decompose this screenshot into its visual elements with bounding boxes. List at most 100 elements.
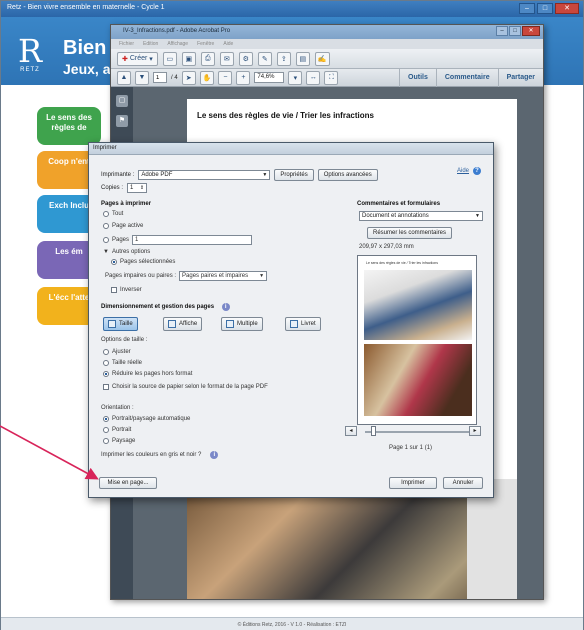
grayscale-row[interactable]: Imprimer les couleurs en gris et noir ? … <box>101 451 219 459</box>
comment-icon[interactable]: ✎ <box>257 51 272 66</box>
prev-page-icon[interactable]: ▲ <box>117 70 131 85</box>
share-icon[interactable]: ⇪ <box>276 51 291 66</box>
preview-slider-track[interactable] <box>365 431 471 433</box>
nav-button-label: Coop n'ent <box>48 157 90 166</box>
menu-item-aide[interactable]: Aide <box>223 41 233 47</box>
fit-page-icon[interactable]: ⛶ <box>324 70 339 85</box>
sizing-section-label: Dimensionnement et gestion des pages <box>101 304 215 310</box>
comments-section-title: Commentaires et formulaires <box>357 201 441 207</box>
select-tool-icon[interactable]: ➤ <box>181 70 196 85</box>
sizing-section-title: Dimensionnement et gestion des pages i <box>101 303 230 311</box>
minimize-icon[interactable]: – <box>496 26 508 36</box>
sign-icon[interactable]: ✍ <box>314 51 330 66</box>
booklet-icon <box>290 320 298 328</box>
menu-item-edition[interactable]: Edition <box>143 41 158 47</box>
maximize-icon[interactable]: □ <box>537 3 553 14</box>
page-setup-button[interactable]: Mise en page... <box>99 477 157 489</box>
minimize-icon[interactable]: – <box>519 3 535 14</box>
chevron-down-icon: ▼ <box>262 172 268 178</box>
pages-range-option[interactable]: Pages 1 <box>103 235 253 245</box>
tab-partager[interactable]: Partager <box>497 69 543 87</box>
tab-size-button[interactable]: Taille <box>103 317 138 331</box>
save-icon[interactable]: ▣ <box>181 51 196 66</box>
copies-value: 1 <box>130 185 134 191</box>
pages-current-option[interactable]: Page active <box>103 223 143 229</box>
comments-select[interactable]: Document et annotations ▼ <box>359 211 483 221</box>
tab-outils[interactable]: Outils <box>399 69 436 87</box>
preview-slider-thumb[interactable] <box>371 426 376 436</box>
tab-multiple-button[interactable]: Multiple <box>221 317 263 331</box>
radio-icon <box>111 259 117 265</box>
odd-even-select[interactable]: Pages paires et impaires ▼ <box>179 271 268 281</box>
cancel-button[interactable]: Annuler <box>443 477 483 489</box>
info-icon[interactable]: i <box>210 451 219 459</box>
bookmarks-icon[interactable]: ⚑ <box>116 115 128 127</box>
orient-auto-label: Portrait/paysage automatique <box>112 416 191 422</box>
orient-landscape-option[interactable]: Paysage <box>103 438 135 444</box>
more-options-label: Autres options <box>111 249 151 255</box>
copies-input[interactable]: 1 ⇕ <box>127 183 148 193</box>
zoom-in-icon[interactable]: + <box>236 70 251 85</box>
zoom-dropdown-icon[interactable]: ▾ <box>288 70 303 85</box>
hand-tool-icon[interactable]: ✋ <box>199 70 215 85</box>
app-window-title: Retz - Bien vivre ensemble en maternelle… <box>7 4 165 11</box>
settings-icon[interactable]: ⚙ <box>238 51 253 66</box>
preview-next-button[interactable]: ▸ <box>469 426 481 436</box>
orient-portrait-option[interactable]: Portrait <box>103 427 131 433</box>
menu-item-affichage[interactable]: Affichage <box>167 41 188 47</box>
summarize-comments-button[interactable]: Résumer les commentaires <box>367 227 453 239</box>
advanced-options-button[interactable]: Options avancées <box>317 169 378 181</box>
print-button[interactable]: Imprimer <box>389 477 437 489</box>
size-options-label: Options de taille : <box>101 337 148 343</box>
create-label: Créer <box>129 55 148 62</box>
fit-width-icon[interactable]: ↔ <box>306 70 321 85</box>
printer-select[interactable]: Adobe PDF ▼ <box>138 170 271 180</box>
page-thumbnails-icon[interactable]: ▢ <box>116 95 128 107</box>
pages-range-input[interactable]: 1 <box>132 235 253 245</box>
preview-prev-button[interactable]: ◂ <box>345 426 357 436</box>
zoom-level[interactable]: 74,6% <box>254 72 285 83</box>
chevron-down-icon: ▼ <box>259 273 265 279</box>
checkbox-icon <box>103 384 109 390</box>
create-icon: ✚ <box>122 55 128 63</box>
selected-pages-option[interactable]: Pages sélectionnées <box>111 259 175 265</box>
properties-button[interactable]: Propriétés <box>274 169 314 181</box>
maximize-icon[interactable]: □ <box>509 26 521 36</box>
print-dialog: Imprimer Imprimante : Adobe PDF ▼ Propri… <box>88 142 494 498</box>
tab-booklet-button[interactable]: Livret <box>285 317 321 331</box>
close-icon[interactable]: ✕ <box>555 3 579 14</box>
tab-commentaire[interactable]: Commentaire <box>435 69 498 87</box>
invert-option[interactable]: Inverser <box>111 287 142 293</box>
acrobat-toolbar-main: ✚ Créer ▾ ▭ ▣ ⎙ ✉ ⚙ ✎ ⇪ ▤ ✍ <box>111 49 543 69</box>
page-number-input[interactable] <box>153 72 167 83</box>
info-icon[interactable]: i <box>221 303 230 311</box>
chevron-down-icon: ▼ <box>475 213 480 219</box>
stepper-icon[interactable]: ⇕ <box>140 185 144 191</box>
combine-icon[interactable]: ▤ <box>295 51 310 66</box>
menu-item-fichier[interactable]: Fichier <box>119 41 134 47</box>
open-folder-icon[interactable]: ▭ <box>162 51 177 66</box>
size-actual-option[interactable]: Taille réelle <box>103 360 142 366</box>
more-options-toggle[interactable]: ▼ Autres options <box>103 249 150 255</box>
zoom-out-icon[interactable]: − <box>218 70 233 85</box>
help-link[interactable]: Aide ? <box>457 167 482 175</box>
email-icon[interactable]: ✉ <box>219 51 234 66</box>
acrobat-titlebar: IV-3_Infractions.pdf - Adobe Acrobat Pro… <box>111 25 543 39</box>
paper-source-option[interactable]: Choisir la source de papier selon le for… <box>103 384 268 390</box>
size-fit-option[interactable]: Ajuster <box>103 349 131 355</box>
create-button[interactable]: ✚ Créer ▾ <box>117 51 158 66</box>
nav-button-regles[interactable]: Le sens des règles de <box>37 107 101 145</box>
orient-portrait-label: Portrait <box>112 427 132 433</box>
document-heading: Le sens des règles de vie / Trier les in… <box>197 111 374 120</box>
pages-all-label: Tout <box>112 211 124 217</box>
menu-item-fenetre[interactable]: Fenêtre <box>197 41 214 47</box>
print-icon[interactable]: ⎙ <box>200 51 215 66</box>
radio-icon <box>103 371 109 377</box>
next-page-icon[interactable]: ▼ <box>135 70 149 85</box>
odd-even-row: Pages impaires ou paires : Pages paires … <box>105 271 268 281</box>
tab-poster-button[interactable]: Affiche <box>163 317 203 331</box>
close-icon[interactable]: ✕ <box>522 26 540 36</box>
orient-auto-option[interactable]: Portrait/paysage automatique <box>103 416 190 422</box>
size-shrink-option[interactable]: Réduire les pages hors format <box>103 371 192 377</box>
pages-all-option[interactable]: Tout <box>103 211 123 217</box>
